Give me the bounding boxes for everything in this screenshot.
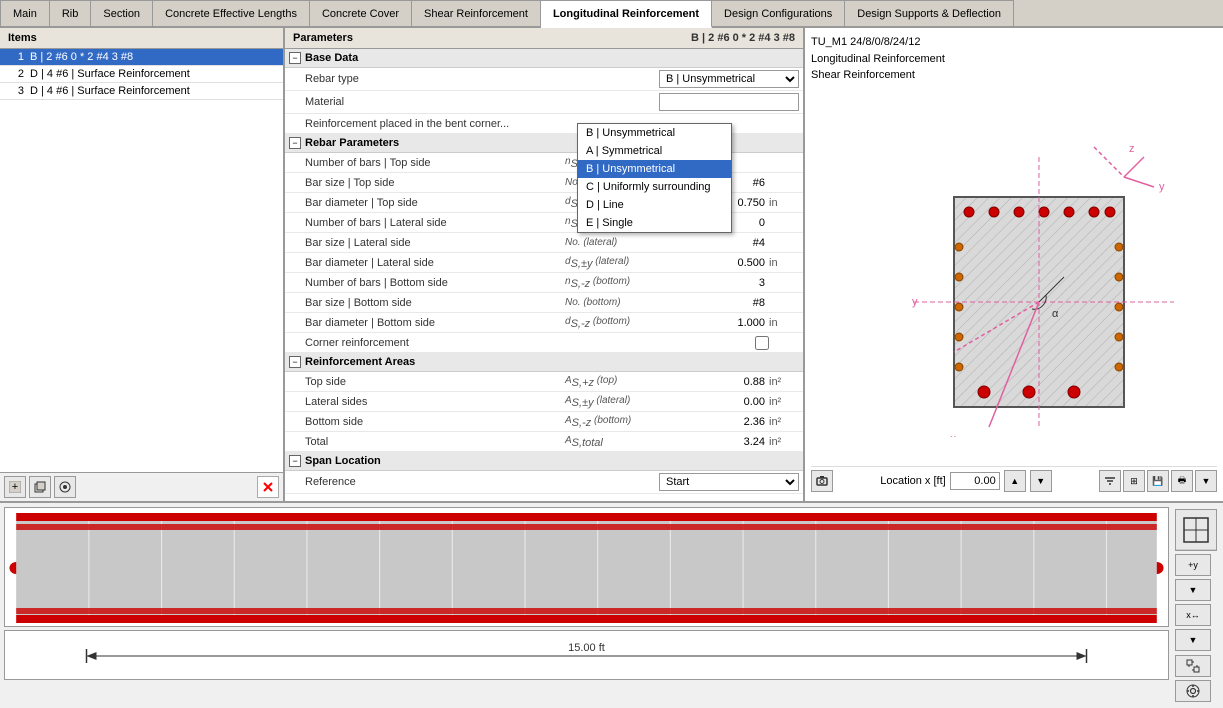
dropdown-option-b-unsymmetrical-2[interactable]: B | Unsymmetrical [578, 160, 731, 178]
rebar-type-dropdown[interactable]: B | Unsymmetrical A | Symmetrical B | Un… [577, 123, 732, 233]
viz-info: TU_M1 24/8/0/8/24/12 Longitudinal Reinfo… [811, 34, 1217, 84]
tab-concrete-cover[interactable]: Concrete Cover [310, 0, 412, 26]
corner-reinforcement-checkbox[interactable] [755, 336, 769, 350]
dropdown-option-b-unsymmetrical-1[interactable]: B | Unsymmetrical [578, 124, 731, 142]
dropdown-option-d-line[interactable]: D | Line [578, 196, 731, 214]
param-row-total-area: Total AS,total 3.24 in² [285, 432, 803, 452]
bottom-section: 15.00 ft +y ▼ x↔ ▼ [0, 503, 1223, 708]
top-section: Items 1 B | 2 #6 0 * 2 #4 3 #8 2 D | 4 #… [0, 28, 1223, 503]
tab-rib[interactable]: Rib [50, 0, 92, 26]
location-control: Location x [ft] ▲ ▼ [880, 470, 1051, 492]
items-list: 1 B | 2 #6 0 * 2 #4 3 #8 2 D | 4 #6 | Su… [0, 49, 283, 472]
main-content: Items 1 B | 2 #6 0 * 2 #4 3 #8 2 D | 4 #… [0, 28, 1223, 708]
zoom-to-fit-button[interactable] [1175, 655, 1211, 677]
section-header-reinforcement-areas[interactable]: − Reinforcement Areas [285, 353, 803, 372]
location-up-button[interactable]: ▲ [1004, 470, 1026, 492]
tab-design-supports-deflection[interactable]: Design Supports & Deflection [845, 0, 1014, 26]
tab-main[interactable]: Main [0, 0, 50, 26]
svg-text:y: y [912, 296, 918, 308]
list-item[interactable]: 3 D | 4 #6 | Surface Reinforcement [0, 83, 283, 100]
param-row-lateral-area: Lateral sides AS,±y (lateral) 0.00 in² [285, 392, 803, 412]
filter-button[interactable] [1099, 470, 1121, 492]
svg-text:15.00 ft: 15.00 ft [568, 642, 605, 654]
reference-select[interactable]: Start End Center [659, 473, 799, 491]
add-item-button[interactable]: + [4, 476, 26, 498]
section-svg: z y [854, 117, 1174, 437]
viz-panel: TU_M1 24/8/0/8/24/12 Longitudinal Reinfo… [805, 28, 1223, 501]
viz-footer: Location x [ft] ▲ ▼ ⊞ 💾 🖶 ▼ [811, 466, 1217, 495]
items-toolbar: + [0, 472, 283, 501]
beam-dimension-bar: 15.00 ft [4, 630, 1169, 680]
material-input[interactable] [659, 93, 799, 111]
dropdown-option-c-uniformly[interactable]: C | Uniformly surrounding [578, 178, 731, 196]
print-button[interactable]: 🖶 [1171, 470, 1193, 492]
settings-button-bottom[interactable] [1175, 680, 1211, 702]
cross-section-button-group [1175, 509, 1217, 551]
list-item[interactable]: 2 D | 4 #6 | Surface Reinforcement [0, 66, 283, 83]
tab-shear-reinforcement[interactable]: Shear Reinforcement [412, 0, 541, 26]
view-plus-y-button[interactable]: +y [1175, 554, 1211, 576]
svg-text:+: + [12, 481, 18, 493]
params-content: − Base Data Rebar type B | Unsymmetrical… [285, 49, 803, 501]
delete-item-button[interactable] [257, 476, 279, 498]
section-header-base-data[interactable]: − Base Data [285, 49, 803, 68]
beam-elevation-view [4, 507, 1169, 627]
collapse-x-button[interactable]: ▼ [1175, 629, 1211, 651]
svg-text:u: u [950, 433, 956, 437]
viz-canvas: z y [811, 88, 1217, 467]
grid-view-button[interactable]: ⊞ [1123, 470, 1145, 492]
tab-section[interactable]: Section [91, 0, 153, 26]
dropdown-option-a-symmetrical[interactable]: A | Symmetrical [578, 142, 731, 160]
list-item[interactable]: 1 B | 2 #6 0 * 2 #4 3 #8 [0, 49, 283, 66]
section-toggle-base-data[interactable]: − [289, 52, 301, 64]
save-view-button[interactable]: 💾 [1147, 470, 1169, 492]
param-row-corner-reinforcement: Corner reinforcement [285, 333, 803, 353]
param-row-reference: Reference Start End Center [285, 471, 803, 494]
svg-text:α: α [1052, 308, 1059, 320]
viz-camera-button[interactable] [811, 470, 833, 492]
expand-x-button[interactable]: x↔ [1175, 604, 1211, 626]
param-row-bar-size-bottom: Bar size | Bottom side No. (bottom) #8 [285, 293, 803, 313]
section-toggle-rebar-parameters[interactable]: − [289, 137, 301, 149]
dimension-svg: 15.00 ft [5, 631, 1168, 681]
svg-text:y: y [1159, 181, 1165, 193]
param-row-bar-size-lateral: Bar size | Lateral side No. (lateral) #4 [285, 233, 803, 253]
cross-section-button[interactable] [1176, 510, 1216, 550]
beam-toolbar-right: +y ▼ x↔ ▼ [1173, 507, 1219, 704]
settings-item-button[interactable] [54, 476, 76, 498]
tab-longitudinal-reinforcement[interactable]: Longitudinal Reinforcement [541, 0, 712, 28]
params-panel: Parameters B | 2 #6 0 * 2 #4 3 #8 − Base… [285, 28, 805, 501]
section-header-span-location[interactable]: − Span Location [285, 452, 803, 471]
tab-concrete-effective-lengths[interactable]: Concrete Effective Lengths [153, 0, 310, 26]
rebar-type-select[interactable]: B | Unsymmetrical A | Symmetrical B | Un… [659, 70, 799, 88]
section-toggle-span-location[interactable]: − [289, 455, 301, 467]
param-row-bottom-area: Bottom side AS,-z (bottom) 2.36 in² [285, 412, 803, 432]
copy-item-button[interactable] [29, 476, 51, 498]
tab-bar: Main Rib Section Concrete Effective Leng… [0, 0, 1223, 28]
param-row-num-bars-bottom: Number of bars | Bottom side nS,-z (bott… [285, 273, 803, 293]
param-row-bar-dia-lateral: Bar diameter | Lateral side dS,±y (later… [285, 253, 803, 273]
location-down-button[interactable]: ▼ [1030, 470, 1052, 492]
params-header: Parameters B | 2 #6 0 * 2 #4 3 #8 [285, 28, 803, 49]
beam-elevation-svg [5, 508, 1168, 627]
more-options-button[interactable]: ▼ [1195, 470, 1217, 492]
section-toggle-reinforcement-areas[interactable]: − [289, 356, 301, 368]
param-row-bar-dia-bottom: Bar diameter | Bottom side dS,-z (bottom… [285, 313, 803, 333]
param-row-material: Material [285, 91, 803, 114]
param-row-top-side-area: Top side AS,+z (top) 0.88 in² [285, 372, 803, 392]
tab-design-configurations[interactable]: Design Configurations [712, 0, 845, 26]
items-panel: Items 1 B | 2 #6 0 * 2 #4 3 #8 2 D | 4 #… [0, 28, 285, 501]
items-header: Items [0, 28, 283, 49]
viz-toolbar: ⊞ 💾 🖶 ▼ [1099, 470, 1217, 492]
location-x-input[interactable] [950, 472, 1000, 490]
view-options-button[interactable]: ▼ [1175, 579, 1211, 601]
param-row-rebar-type: Rebar type B | Unsymmetrical A | Symmetr… [285, 68, 803, 91]
dropdown-option-e-single[interactable]: E | Single [578, 214, 731, 232]
svg-text:z: z [1129, 143, 1135, 155]
